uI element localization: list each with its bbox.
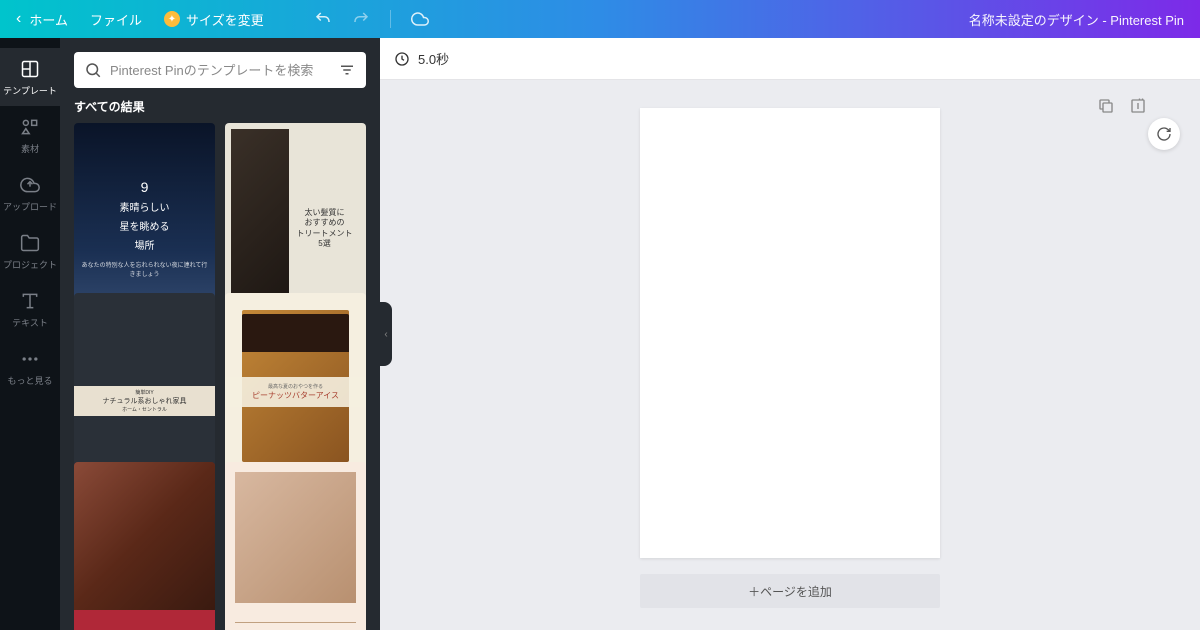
nav-projects[interactable]: プロジェクト bbox=[0, 222, 60, 280]
page-actions bbox=[1096, 96, 1148, 116]
canvas-toolbar: 5.0秒 bbox=[380, 38, 1200, 80]
cloud-sync-icon[interactable] bbox=[411, 10, 429, 28]
template-image bbox=[74, 462, 215, 610]
nav-label: テキスト bbox=[12, 316, 48, 329]
template-band: すっぴん風 メイク bbox=[235, 622, 356, 630]
template-band: 最高な夏のおやつを作る ピーナッツバターアイス bbox=[225, 377, 366, 407]
filter-icon[interactable] bbox=[338, 61, 356, 79]
text-icon bbox=[19, 290, 41, 312]
template-card[interactable]: すっぴん風 メイク bbox=[225, 462, 366, 630]
template-band: 簡単DIY ナチュラル系おしゃれ家具 ホーム・セントラル bbox=[74, 386, 215, 416]
nav-elements[interactable]: 素材 bbox=[0, 106, 60, 164]
main-layout: テンプレート 素材 アップロード プロジェクト テキスト もっと見る bbox=[0, 38, 1200, 630]
document-title[interactable]: 名称未設定のデザイン - Pinterest Pin bbox=[969, 10, 1184, 29]
search-input[interactable] bbox=[110, 63, 330, 78]
nav-label: テンプレート bbox=[3, 84, 57, 97]
upload-icon bbox=[19, 174, 41, 196]
search-wrap bbox=[60, 38, 380, 98]
canvas-main[interactable]: ＋ページを追加 bbox=[380, 80, 1200, 630]
results-heading: すべての結果 bbox=[60, 98, 380, 123]
nav-rail: テンプレート 素材 アップロード プロジェクト テキスト もっと見る bbox=[0, 38, 60, 630]
add-page-icon[interactable] bbox=[1128, 96, 1148, 116]
search-icon bbox=[84, 61, 102, 79]
undo-icon[interactable] bbox=[314, 10, 332, 28]
resize-label: サイズを変更 bbox=[186, 10, 264, 29]
nav-templates[interactable]: テンプレート bbox=[0, 48, 60, 106]
nav-uploads[interactable]: アップロード bbox=[0, 164, 60, 222]
add-page-button[interactable]: ＋ページを追加 bbox=[640, 574, 940, 608]
search-box[interactable] bbox=[74, 52, 366, 88]
divider bbox=[390, 10, 391, 28]
template-image-top bbox=[242, 314, 349, 352]
nav-label: プロジェクト bbox=[3, 258, 57, 271]
canvas-page[interactable] bbox=[640, 108, 940, 558]
home-button[interactable]: ‹ ホーム bbox=[16, 10, 68, 29]
resize-button[interactable]: ✦ サイズを変更 bbox=[164, 10, 264, 29]
redo-icon[interactable] bbox=[352, 10, 370, 28]
crown-icon: ✦ bbox=[164, 11, 180, 27]
nav-label: 素材 bbox=[21, 142, 39, 155]
clock-icon[interactable] bbox=[394, 51, 410, 67]
reset-zoom-button[interactable] bbox=[1148, 118, 1180, 150]
top-left-group: ‹ ホーム ファイル ✦ サイズを変更 bbox=[16, 10, 429, 29]
templates-icon bbox=[19, 58, 41, 80]
template-band: 美は心の中の光です bbox=[74, 610, 215, 630]
canvas-area: 5.0秒 ＋ページを追加 bbox=[380, 38, 1200, 630]
nav-label: もっと見る bbox=[7, 374, 52, 387]
nav-more[interactable]: もっと見る bbox=[0, 338, 60, 396]
more-icon bbox=[19, 348, 41, 370]
templates-grid: 9 素晴らしい 星を眺める 場所 あなたの特別な人を忘れられない夜に連れて行きま… bbox=[60, 123, 380, 630]
chevron-left-icon: ‹ bbox=[16, 10, 21, 28]
folder-icon bbox=[19, 232, 41, 254]
template-text: 太い髪質に おすすめの トリートメント 5選 bbox=[289, 204, 360, 254]
home-label: ホーム bbox=[29, 10, 68, 29]
template-card[interactable]: 美は心の中の光です bbox=[74, 462, 215, 630]
toolbar-icons bbox=[314, 10, 429, 28]
file-menu[interactable]: ファイル bbox=[90, 10, 142, 29]
duplicate-page-icon[interactable] bbox=[1096, 96, 1116, 116]
nav-text[interactable]: テキスト bbox=[0, 280, 60, 338]
top-bar: ‹ ホーム ファイル ✦ サイズを変更 名称未設定のデザイン - Pintere… bbox=[0, 0, 1200, 38]
elements-icon bbox=[19, 116, 41, 138]
nav-label: アップロード bbox=[3, 200, 57, 213]
template-image bbox=[235, 472, 356, 603]
side-panel: すべての結果 9 素晴らしい 星を眺める 場所 あなたの特別な人を忘れられない夜… bbox=[60, 38, 380, 630]
refresh-icon bbox=[1156, 126, 1172, 142]
duration-label[interactable]: 5.0秒 bbox=[418, 49, 449, 68]
